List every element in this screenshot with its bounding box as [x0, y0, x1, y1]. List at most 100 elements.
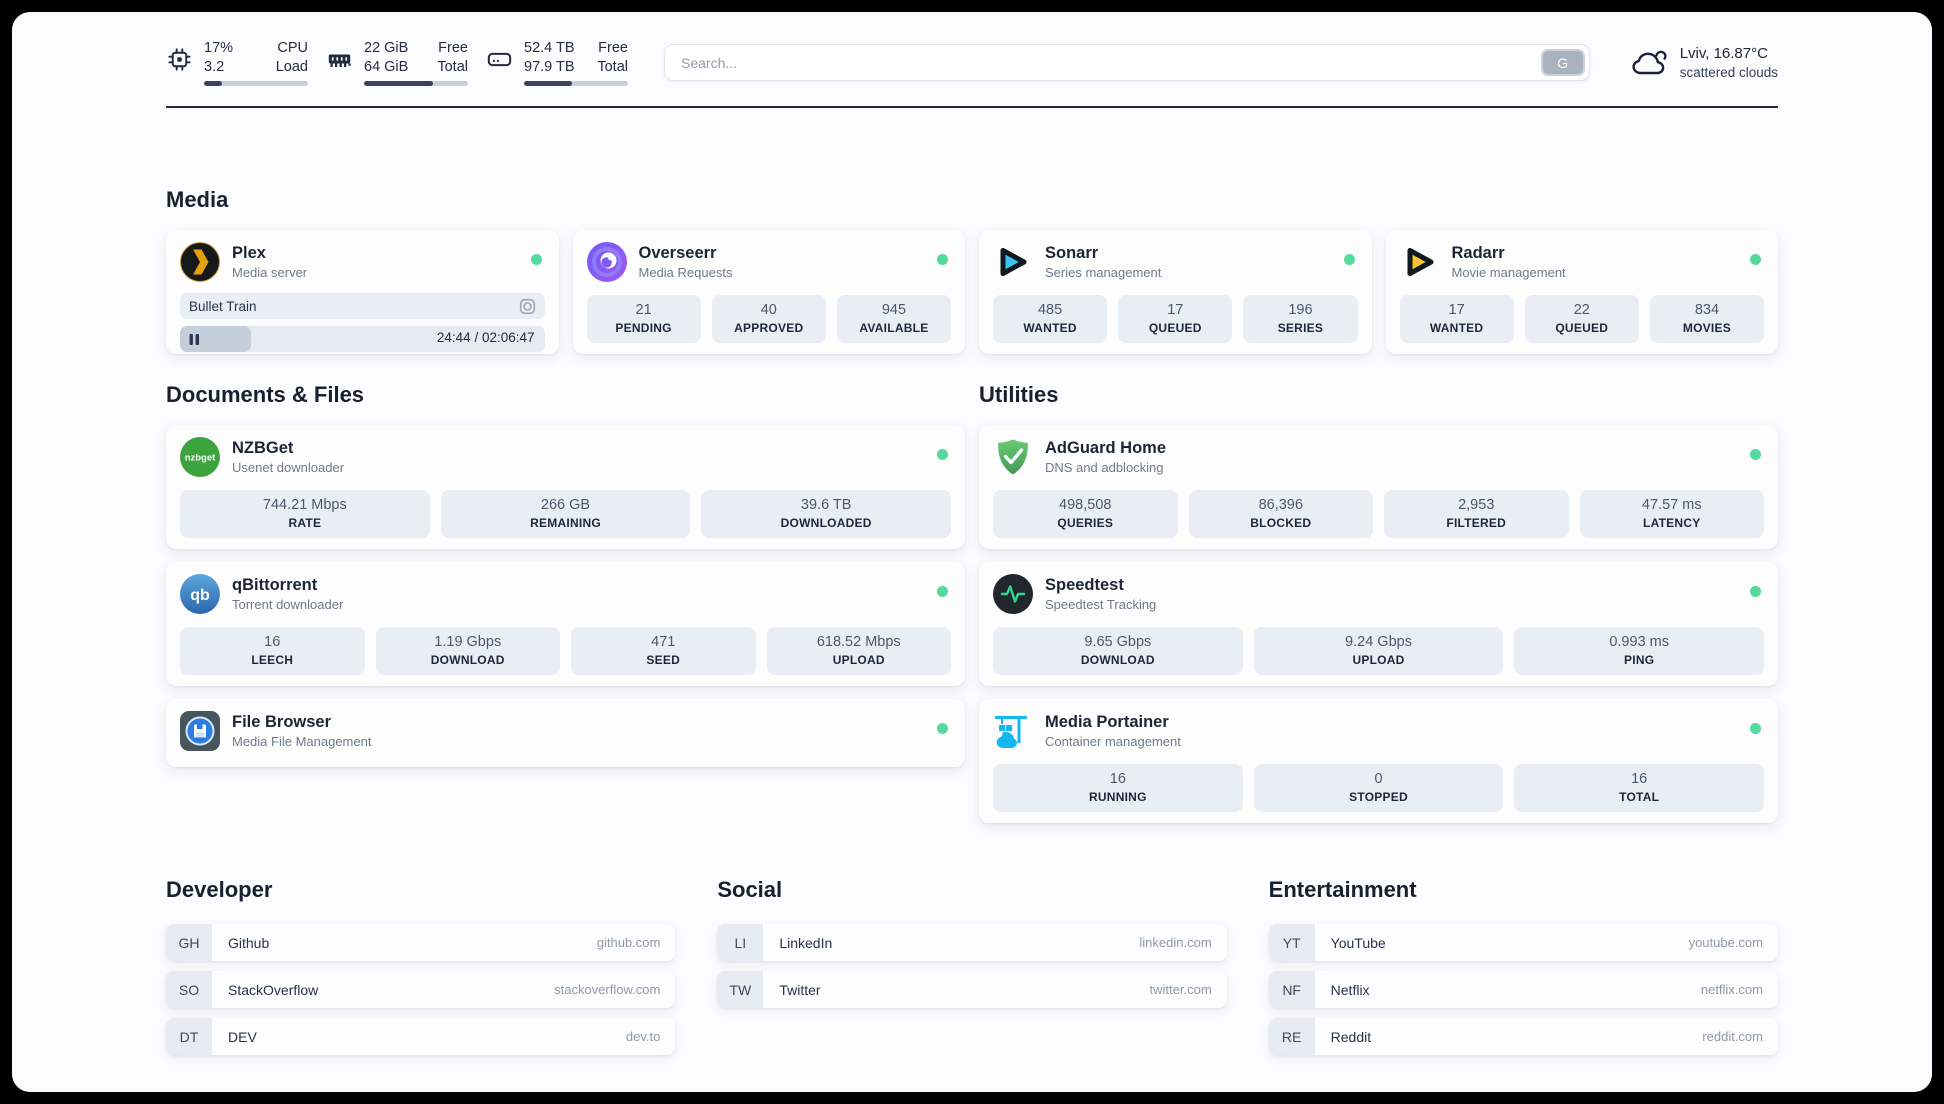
bookmark-youtube[interactable]: YT YouTube youtube.com [1268, 924, 1778, 961]
bookmark-abbr: RE [1268, 1018, 1315, 1055]
bookmark-url: dev.to [625, 1029, 661, 1044]
bookmarks-entertainment: Entertainment YT YouTube youtube.com NF … [1268, 876, 1778, 1055]
bookmark-url: github.com [596, 935, 661, 950]
stat-series: 196 SERIES [1243, 295, 1358, 343]
stat-queries: 498,508 QUERIES [993, 490, 1178, 538]
app-title: Overseerr [638, 244, 717, 262]
cpu-load-label: Load [275, 59, 308, 75]
cpu-progressbar [204, 81, 308, 86]
app-subtitle: Speedtest Tracking [1045, 597, 1157, 612]
status-dot [937, 586, 948, 597]
filebrowser-card[interactable]: File Browser Media File Management [166, 699, 965, 767]
media-grid: Plex Media server Bullet Train 24:44 / 0… [166, 230, 1778, 354]
overseerr-icon [586, 242, 627, 282]
section-title-media: Media [166, 187, 229, 212]
speedtest-card[interactable]: Speedtest Speedtest Tracking 9.65 Gbps DO… [979, 562, 1778, 686]
stat-blocked: 86,396 BLOCKED [1188, 490, 1373, 538]
disk-free-label: Free [598, 40, 628, 56]
disk-total-value: 97.9 TB [524, 59, 575, 75]
stat-available: 945 AVAILABLE [836, 295, 952, 343]
app-title: Sonarr [1045, 244, 1099, 262]
bookmark-netflix[interactable]: NF Netflix netflix.com [1268, 971, 1778, 1008]
nzbget-icon: nzbget [180, 437, 220, 477]
bookmark-abbr: DT [166, 1018, 212, 1055]
cloud-icon [1632, 50, 1667, 74]
stat-upload: 9.24 Gbps UPLOAD [1253, 627, 1504, 675]
stat-queued: 17 QUEUED [1118, 295, 1233, 343]
bookmark-name: Github [228, 934, 270, 951]
disk-progressbar [524, 81, 628, 86]
status-dot [937, 254, 948, 265]
stat-download: 1.19 Gbps DOWNLOAD [375, 627, 560, 675]
disk-free-value: 52.4 TB [524, 40, 575, 56]
radarr-card[interactable]: Radarr Movie management 17 WANTED 22 QUEUE… [1385, 230, 1778, 354]
disk-icon [487, 52, 512, 67]
svg-text:qb: qb [190, 587, 210, 604]
qbittorrent-icon: qb [180, 574, 220, 614]
sonarr-card[interactable]: Sonarr Series management 485 WANTED 17 QUE… [979, 230, 1372, 354]
bookmark-abbr: TW [717, 971, 764, 1008]
cpu-widget: 17% 3.2 CPU Load [166, 39, 308, 86]
stat-download: 9.65 Gbps DOWNLOAD [993, 627, 1243, 675]
app-title: Plex [232, 244, 266, 262]
stat-downloaded: 39.6 TB DOWNLOADED [701, 490, 952, 538]
sonarr-icon [1000, 248, 1027, 276]
section-title-social: Social [717, 877, 783, 902]
ram-icon [328, 54, 351, 68]
app-subtitle: Media Requests [638, 265, 733, 280]
pause-icon[interactable] [189, 333, 201, 345]
bookmark-abbr: YT [1268, 924, 1315, 961]
adguard-icon [998, 439, 1028, 475]
bookmark-url: linkedin.com [1139, 935, 1212, 950]
cpu-load-value: 3.2 [204, 59, 225, 75]
status-dot [937, 723, 948, 734]
adguard-card[interactable]: AdGuard Home DNS and adblocking 498,508 Q… [979, 425, 1778, 549]
app-subtitle: Usenet downloader [232, 460, 345, 475]
top-bar: 17% 3.2 CPU Load 22 GiB 64 GiB Free Tota… [166, 12, 1778, 86]
documents-column: Documents & Files nzbget NZBGet Usenet d… [166, 381, 965, 823]
speedtest-icon [993, 574, 1033, 614]
bookmark-url: youtube.com [1688, 935, 1763, 950]
bookmark-name: LinkedIn [779, 934, 833, 951]
bookmark-abbr: NF [1268, 971, 1315, 1008]
bookmark-dev[interactable]: DT DEV dev.to [166, 1018, 676, 1055]
bookmarks-social: Social LI LinkedIn linkedin.com TW Twitt… [717, 876, 1227, 1055]
stat-running: 16 RUNNING [993, 764, 1243, 812]
bookmark-reddit[interactable]: RE Reddit reddit.com [1268, 1018, 1778, 1055]
weather-location-temp: Lviv, 16.87°C [1679, 44, 1768, 62]
portainer-card[interactable]: Media Portainer Container management 16 R… [979, 699, 1778, 823]
bookmarks-developer: Developer GH Github github.com SO StackO… [166, 876, 676, 1055]
bookmark-name: DEV [228, 1028, 257, 1045]
utilities-column: Utilities AdGuard Home DNS and adblockin… [979, 381, 1778, 823]
radarr-icon [1407, 248, 1433, 276]
session-target-icon[interactable] [519, 298, 536, 315]
status-dot [1750, 586, 1761, 597]
search-input[interactable] [664, 44, 1590, 81]
bookmark-twitter[interactable]: TW Twitter twitter.com [717, 971, 1227, 1008]
app-title: Radarr [1451, 244, 1505, 262]
plex-card[interactable]: Plex Media server Bullet Train 24:44 / 0… [166, 230, 559, 354]
cpu-icon [168, 48, 191, 71]
weather-widget: Lviv, 16.87°C scattered clouds [1630, 44, 1778, 82]
status-dot [1750, 723, 1761, 734]
plex-icon [180, 242, 220, 282]
app-title: qBittorrent [232, 576, 318, 594]
bookmark-linkedin[interactable]: LI LinkedIn linkedin.com [717, 924, 1227, 961]
status-dot [530, 254, 542, 265]
google-search-button[interactable]: G [1540, 49, 1585, 76]
bookmark-github[interactable]: GH Github github.com [166, 924, 676, 961]
status-dot [1750, 449, 1761, 460]
portainer-icon [995, 716, 1027, 748]
nzbget-card[interactable]: nzbget NZBGet Usenet downloader 744.21 M… [166, 425, 965, 549]
overseerr-card[interactable]: Overseerr Media Requests 21 PENDING 40 APP… [572, 230, 965, 354]
status-dot [1750, 254, 1761, 265]
qbittorrent-card[interactable]: qb qBittorrent Torrent downloader 16 LEEC… [166, 562, 965, 686]
bookmark-url: netflix.com [1700, 982, 1763, 997]
stat-upload: 618.52 Mbps UPLOAD [766, 627, 951, 675]
stat-movies: 834 MOVIES [1649, 295, 1765, 343]
section-title-utilities: Utilities [979, 382, 1059, 407]
bookmark-abbr: GH [166, 924, 212, 961]
bookmark-stackoverflow[interactable]: SO StackOverflow stackoverflow.com [166, 971, 676, 1008]
bookmark-name: Netflix [1330, 981, 1370, 998]
bookmark-url: stackoverflow.com [554, 982, 661, 997]
